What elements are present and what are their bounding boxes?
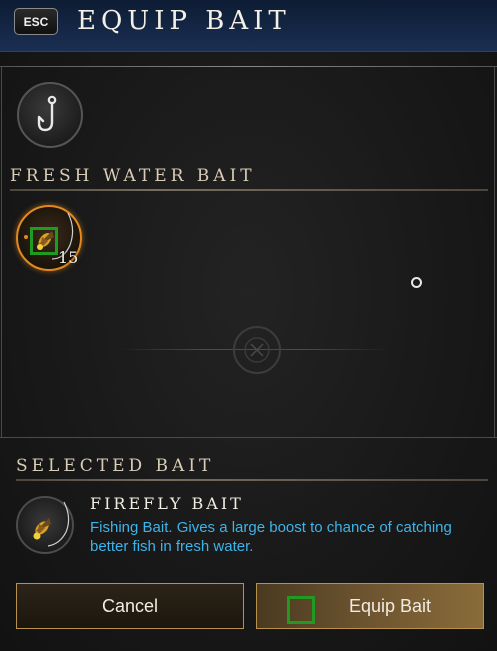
selection-highlight bbox=[30, 227, 58, 255]
esc-button[interactable]: ESC bbox=[14, 8, 58, 35]
hook-slot-button[interactable] bbox=[17, 82, 83, 148]
header-bar: ESC EQUIP BAIT bbox=[0, 0, 497, 52]
frame-divider bbox=[0, 66, 497, 67]
firefly-bait-icon bbox=[33, 501, 70, 547]
fresh-water-bait-heading: FRESH WATER BAIT bbox=[10, 166, 256, 186]
bait-count: 15 bbox=[58, 248, 79, 267]
equip-button-label: Equip Bait bbox=[348, 595, 432, 616]
selected-bait-icon bbox=[16, 496, 74, 554]
heading-rule bbox=[10, 189, 488, 191]
selected-bait-name: FIREFLY BAIT bbox=[90, 494, 244, 513]
divider-emblem-icon bbox=[233, 326, 281, 374]
frame-divider bbox=[1, 66, 2, 438]
cancel-button-label: Cancel bbox=[101, 595, 159, 616]
heading-rule bbox=[16, 479, 488, 481]
selected-bait-heading: SELECTED BAIT bbox=[16, 456, 215, 476]
selected-bait-description: Fishing Bait. Gives a large boost to cha… bbox=[90, 519, 452, 555]
frame-divider bbox=[494, 66, 495, 438]
equip-checkbox[interactable] bbox=[287, 596, 315, 624]
frame-divider bbox=[0, 437, 497, 438]
cursor-indicator bbox=[411, 277, 422, 288]
page-title: EQUIP BAIT bbox=[77, 6, 291, 36]
cancel-button[interactable]: Cancel bbox=[16, 583, 244, 629]
fishing-hook-icon bbox=[37, 95, 57, 132]
